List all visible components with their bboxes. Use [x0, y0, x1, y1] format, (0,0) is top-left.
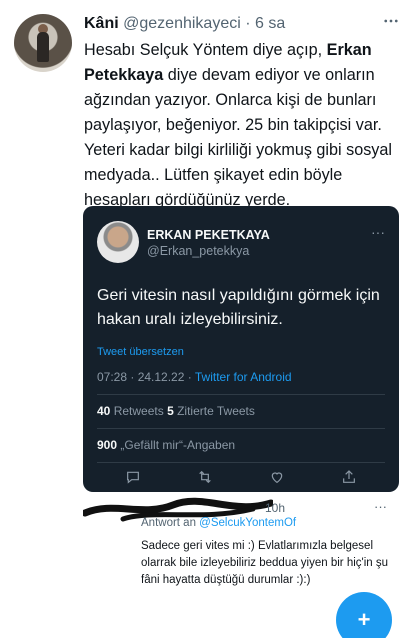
retweet-stats[interactable]: 40 Retweets 5 Zitierte Tweets [97, 404, 255, 418]
author-name[interactable]: Kâni [84, 15, 119, 32]
embedded-author-name[interactable]: ERKAN PEKETKAYA [147, 228, 270, 242]
reply-icon[interactable] [125, 469, 141, 488]
embedded-tweet-card[interactable]: ERKAN PEKETKAYA @Erkan_petekkya ··· Geri… [83, 206, 399, 492]
embedded-tweet-text: Geri vitesin nasıl yapıldığını görmek iç… [97, 287, 380, 328]
share-icon[interactable] [341, 469, 357, 488]
embedded-author-handle[interactable]: @Erkan_petekkya [147, 244, 249, 258]
quotes-count: 5 [167, 404, 174, 418]
likes-stats[interactable]: 900 „Gefällt mir“-Angaben [97, 438, 235, 452]
reply-text: Sadece geri vites mi :) Evlatlarımızla b… [141, 540, 389, 586]
likes-count: 900 [97, 438, 118, 452]
quotes-label: Zitierte Tweets [173, 404, 255, 418]
author-handle[interactable]: @gezenhikayeci [123, 15, 241, 32]
tweet-text-part1: Hesabı Selçuk Yöntem diye açıp, [84, 41, 327, 59]
reply-more-icon[interactable]: ··· [374, 499, 387, 514]
reply-to-prefix: Antwort an [141, 517, 200, 529]
embedded-tweet-meta: 07:28 · 24.12.22 · Twitter for Android [97, 370, 292, 384]
retweets-count: 40 [97, 404, 111, 418]
like-heart-icon[interactable] [269, 469, 285, 488]
divider [97, 462, 385, 463]
tweet-text: Hesabı Selçuk Yöntem diye açıp, Erkan Pe… [84, 38, 402, 213]
likes-label: „Gefällt mir“-Angaben [117, 438, 236, 452]
divider [97, 394, 385, 395]
divider [97, 428, 385, 429]
reply-to: Antwort an @SelcukYontemOf [141, 517, 296, 529]
embedded-action-bar [97, 468, 385, 488]
embedded-more-icon[interactable]: ··· [371, 224, 385, 240]
separator-dot: · [245, 15, 251, 32]
translate-tweet-link[interactable]: Tweet übersetzen [97, 346, 184, 358]
reply-time[interactable]: 10h [265, 501, 285, 515]
avatar-figure [37, 32, 49, 62]
retweet-icon[interactable] [197, 469, 213, 488]
embedded-author-avatar[interactable] [97, 221, 139, 263]
tweet-header: Kâni @gezenhikayeci · 6 sa [84, 14, 285, 34]
retweets-label: Retweets [110, 404, 168, 418]
tweet-time[interactable]: 6 sa [255, 15, 285, 32]
more-horizontal-icon[interactable] [382, 12, 400, 35]
reply-to-handle-link[interactable]: @SelcukYontemOf [199, 517, 296, 529]
embedded-timestamp[interactable]: 07:28 · 24.12.22 · [97, 370, 195, 384]
compose-feather-icon: + [357, 607, 371, 632]
tweet-author-avatar[interactable] [14, 14, 72, 72]
tweet-text-part2: diye devam ediyor ve onların ağzından ya… [84, 66, 392, 209]
tweet-source-link[interactable]: Twitter for Android [195, 370, 292, 384]
